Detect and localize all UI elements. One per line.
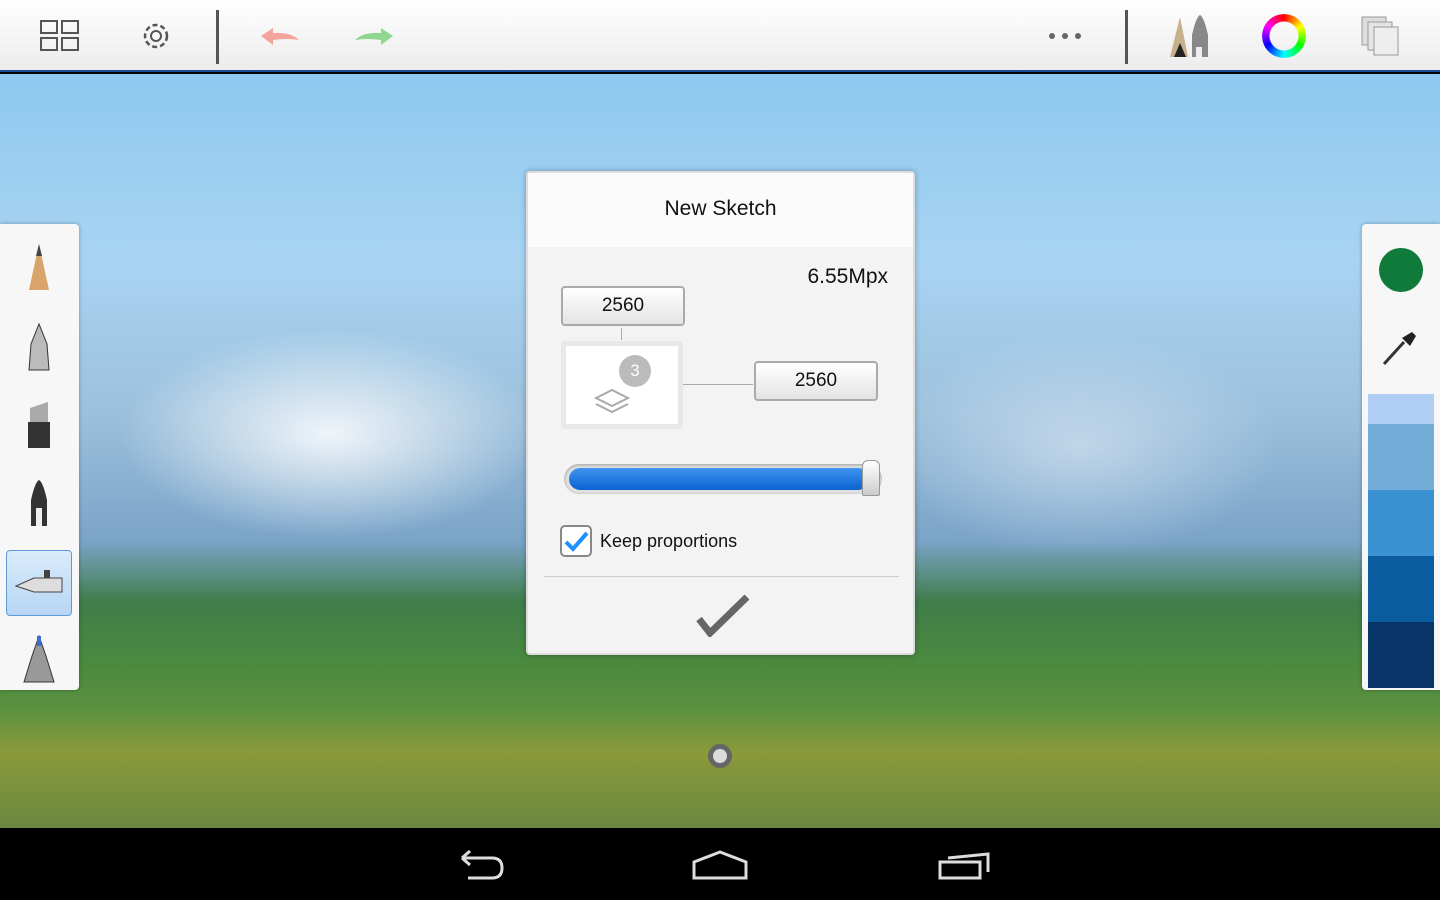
color-swatch[interactable] [1368,394,1434,424]
slider-fill [569,468,869,490]
tool-paint-brush[interactable] [6,626,72,692]
top-toolbar [0,0,1440,72]
connector-line [621,328,622,340]
divider [544,576,899,577]
redo-icon [355,28,393,45]
brush-library-icon [1170,15,1208,57]
checkmark-icon [564,531,589,552]
confirm-button[interactable] [668,585,778,645]
color-swatch[interactable] [1368,622,1434,688]
keep-proportions-checkbox[interactable] [560,525,592,557]
toolbar-divider [1125,10,1128,64]
more-button[interactable] [1041,12,1089,60]
layers-button[interactable] [1356,12,1404,60]
more-icon [1049,33,1081,39]
eyedropper-button[interactable] [1380,328,1420,373]
ink-pen-icon [31,480,47,526]
color-swatch[interactable] [1368,490,1434,556]
layers-preview[interactable]: 3 [561,341,683,429]
canvas-puck[interactable] [708,744,732,768]
home-icon [692,850,748,880]
tool-ballpoint-pen[interactable] [6,314,72,380]
recent-apps-icon [938,852,990,880]
layer-count-badge: 3 [619,355,651,387]
redo-button[interactable] [351,12,399,60]
undo-icon [261,28,299,45]
settings-gear-icon [143,23,169,49]
marker-icon [28,402,50,448]
gallery-grid-icon [40,20,79,51]
connector-line [683,384,753,385]
slider-thumb[interactable] [862,460,880,496]
color-panel [1362,224,1440,690]
checkmark-icon [696,594,750,637]
megapixels-label: 6.55Mpx [807,265,888,288]
height-field[interactable]: 2560 [754,361,878,401]
gallery-button[interactable] [36,12,84,60]
brush-palette [0,224,79,690]
back-icon [461,849,504,880]
toolbar-divider [216,10,219,64]
new-sketch-dialog: New Sketch 6.55Mpx 2560 3 2560 Keep prop… [526,171,915,655]
tool-airbrush[interactable] [6,550,72,616]
layers-stack-icon [594,388,630,414]
home-button[interactable] [690,846,750,886]
pencil-icon [29,244,49,290]
paint-brush-icon [23,634,55,683]
back-button[interactable] [448,846,508,886]
width-field[interactable]: 2560 [561,286,685,326]
color-swatch[interactable] [1368,424,1434,490]
current-color-button[interactable] [1379,248,1423,292]
layers-icon [1361,16,1399,56]
tool-ink-pen[interactable] [6,470,72,536]
color-wheel-button[interactable] [1260,12,1308,60]
settings-button[interactable] [132,12,180,60]
tool-marker[interactable] [6,392,72,458]
undo-button[interactable] [255,12,303,60]
dialog-title: New Sketch [528,173,913,247]
keep-proportions-label[interactable]: Keep proportions [600,531,737,552]
color-swatch[interactable] [1368,556,1434,622]
size-slider[interactable] [564,460,882,496]
eyedropper-icon [1382,332,1416,366]
tool-pencil[interactable] [6,234,72,300]
ballpoint-pen-icon [28,322,50,371]
recent-apps-button[interactable] [934,846,994,886]
airbrush-icon [14,570,63,593]
color-wheel-icon [1262,14,1306,58]
brush-library-button[interactable] [1164,12,1212,60]
